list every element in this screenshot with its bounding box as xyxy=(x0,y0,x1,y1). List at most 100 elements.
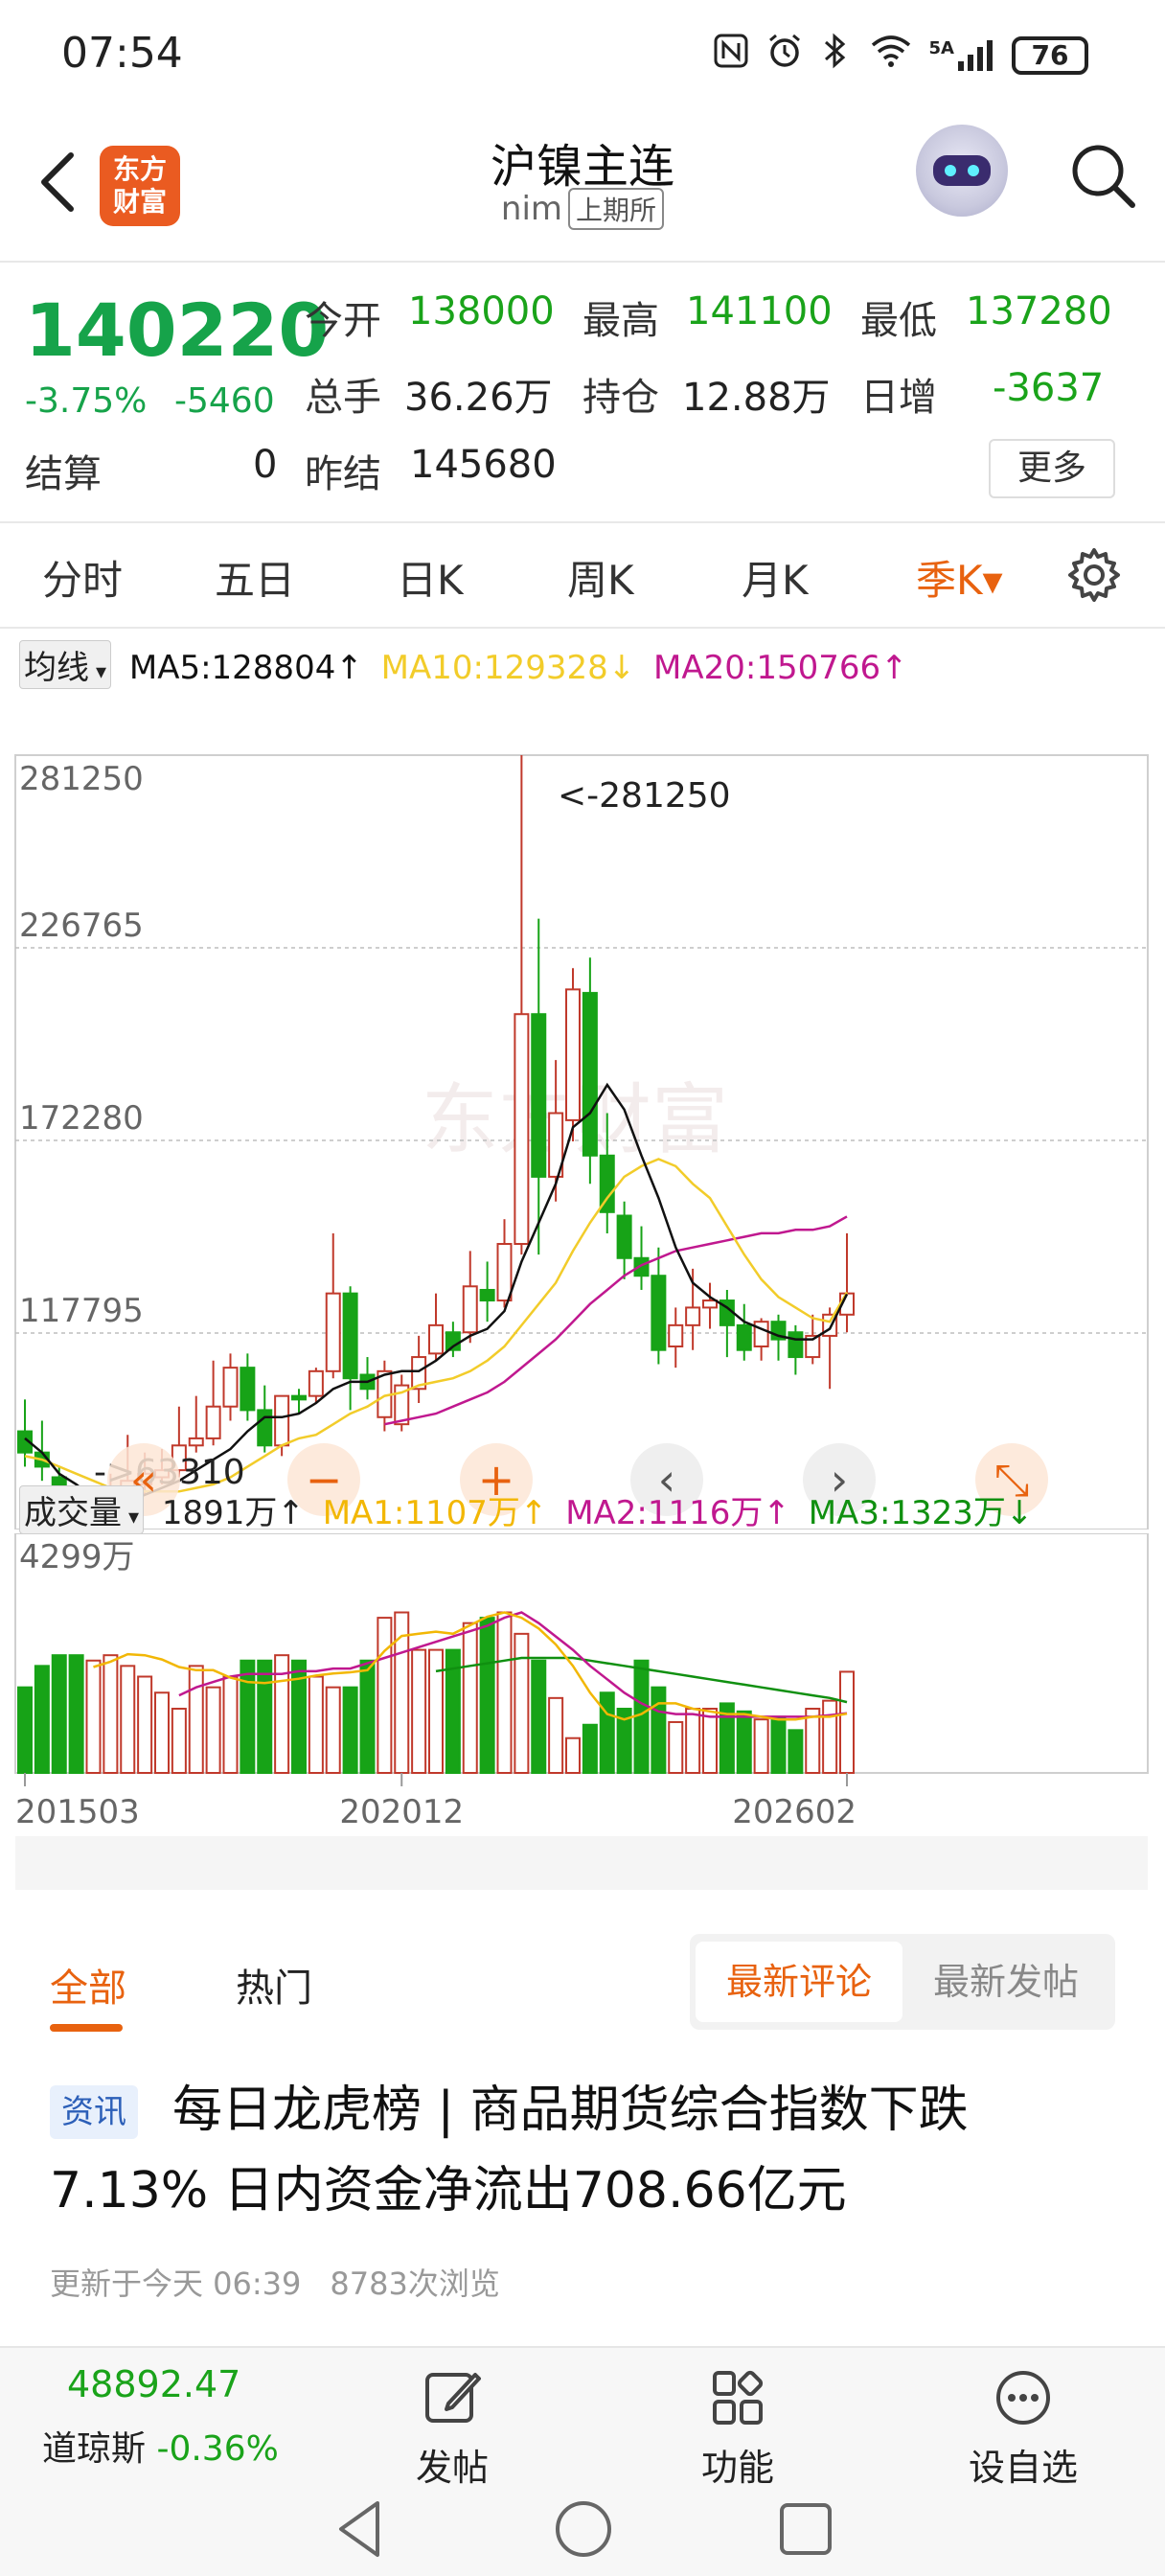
daily-increase-label: 日增 xyxy=(860,376,937,420)
news-article[interactable]: 每日龙虎榜 | 商品期货综合指数下跌7.13% 日内资金净流出708.66亿元 … xyxy=(0,2070,1165,2338)
quote-divider xyxy=(0,521,1165,523)
volume-bar xyxy=(34,1665,50,1774)
candle-body xyxy=(685,1306,701,1326)
ai-assistant-avatar[interactable] xyxy=(916,125,1008,217)
candle-body xyxy=(496,1243,513,1302)
ma-selector[interactable]: 均线 ▾ xyxy=(19,640,112,689)
more-circle-icon xyxy=(996,2371,1050,2425)
robot-icon xyxy=(933,155,991,186)
candle-body xyxy=(582,992,598,1157)
x-axis-label: 202012 xyxy=(339,1793,464,1831)
candle-body xyxy=(531,1013,547,1178)
volume-bar xyxy=(668,1720,684,1775)
sort-latest-post[interactable]: 最新发帖 xyxy=(902,1942,1109,2022)
tab-daily-k[interactable]: 日K xyxy=(397,548,464,607)
exchange-tag: 上期所 xyxy=(568,188,665,230)
candle-body xyxy=(668,1323,684,1348)
tab-quarterly-k[interactable]: 季K▾ xyxy=(916,548,1003,607)
tab-all[interactable]: 全部 xyxy=(50,1957,126,2012)
price-tick-label: 172280 xyxy=(19,1099,144,1138)
volume-bar xyxy=(582,1723,598,1774)
volume-bar xyxy=(736,1710,752,1774)
vma1-legend: MA1:1107万↑ xyxy=(322,1494,548,1532)
app-screen: 07:54 5A 76 东方 财富 沪镍主连 nim 上期所 140220 -3… xyxy=(0,0,1165,2576)
article-title[interactable]: 每日龙虎榜 | 商品期货综合指数下跌7.13% 日内资金净流出708.66亿元 xyxy=(50,2070,1123,2231)
candle-body xyxy=(651,1275,667,1351)
tab-five-day[interactable]: 五日 xyxy=(215,548,295,607)
volume-bar xyxy=(702,1708,718,1774)
prev-settle-value: 145680 xyxy=(410,443,557,487)
volume-bar xyxy=(788,1729,804,1775)
sort-latest-comment[interactable]: 最新评论 xyxy=(696,1942,902,2022)
candle-body xyxy=(736,1323,752,1351)
candle-body xyxy=(205,1405,221,1439)
chart-area: 均线 ▾ MA5:128804↑ MA10:129328↓ MA20:15076… xyxy=(0,632,1165,1917)
candle-body xyxy=(565,988,581,1121)
tab-monthly-k[interactable]: 月K xyxy=(742,548,809,607)
post-button[interactable]: 发帖 xyxy=(376,2367,529,2491)
add-watchlist-button[interactable]: 设自选 xyxy=(947,2367,1100,2491)
candle-body xyxy=(428,1323,444,1355)
candlestick-chart[interactable]: 东方财富28125022676517228011779563310<-28125… xyxy=(0,686,1165,1530)
candle-body xyxy=(616,1214,632,1259)
open-label: 今开 xyxy=(305,299,381,343)
header: 东方 财富 沪镍主连 nim 上期所 xyxy=(0,115,1165,259)
x-axis-label: 202602 xyxy=(732,1793,857,1831)
volume-bar xyxy=(479,1617,495,1774)
volume-chart[interactable]: 4299万 201503 202012 202602 xyxy=(0,1533,1165,1907)
candle-body xyxy=(753,1321,769,1348)
candle-body xyxy=(514,1013,530,1246)
open-interest-label: 持仓 xyxy=(582,376,659,420)
candle-body xyxy=(188,1437,204,1447)
wifi-icon xyxy=(870,34,912,77)
volume-bar xyxy=(51,1654,67,1774)
search-button[interactable] xyxy=(1065,138,1142,215)
ma20-legend: MA20:150766↑ xyxy=(653,649,908,687)
news-tabs: 全部 热门 最新评论 最新发帖 xyxy=(0,1917,1165,2041)
battery-indicator: 76 xyxy=(1012,35,1088,75)
volume-bar xyxy=(411,1648,427,1774)
index-change: -0.36% xyxy=(156,2429,279,2469)
bottom-bar: 48892.47 道琼斯 -0.36% 发帖 功能 设自选 xyxy=(0,2346,1165,2576)
index-value: 48892.47 xyxy=(67,2363,241,2405)
nav-back-icon[interactable] xyxy=(326,2496,393,2563)
vma2-legend: MA2:1116万↑ xyxy=(565,1494,790,1532)
price-tick-label: 117795 xyxy=(19,1292,144,1330)
bluetooth-icon xyxy=(820,33,853,78)
tab-intraday[interactable]: 分时 xyxy=(42,548,123,607)
article-meta: 更新于今天 06:39 8783次浏览 xyxy=(50,2260,500,2304)
volume-bar xyxy=(154,1691,170,1774)
volume-bar xyxy=(428,1648,444,1774)
tab-hot[interactable]: 热门 xyxy=(236,1957,312,2012)
volume-bar xyxy=(257,1659,273,1774)
network-type: 5A xyxy=(928,37,954,58)
nav-home-icon[interactable] xyxy=(550,2496,617,2563)
functions-button[interactable]: 功能 xyxy=(661,2367,814,2491)
tabs-divider xyxy=(0,627,1165,629)
volume-bar xyxy=(496,1611,513,1774)
status-icons: 5A 76 xyxy=(713,33,1088,78)
tab-weekly-k[interactable]: 周K xyxy=(567,548,634,607)
ma-selector-label: 均线 xyxy=(24,649,89,687)
sort-toggle: 最新评论 最新发帖 xyxy=(690,1934,1115,2030)
volume-label: 总手 xyxy=(305,376,381,420)
price-legend: 均线 ▾ MA5:128804↑ MA10:129328↓ MA20:15076… xyxy=(19,640,908,689)
more-button[interactable]: 更多 xyxy=(989,439,1115,498)
volume-bar xyxy=(308,1675,324,1775)
volume-bar xyxy=(188,1665,204,1774)
volume-bar xyxy=(565,1736,581,1775)
volume-selector[interactable]: 成交量 ▾ xyxy=(19,1485,145,1534)
candle-body xyxy=(291,1394,307,1401)
volume-bar xyxy=(68,1654,84,1774)
candle-body xyxy=(702,1300,718,1309)
candle-body xyxy=(325,1292,341,1372)
candle-body xyxy=(342,1292,358,1380)
high-value: 141100 xyxy=(686,289,833,334)
candle-body xyxy=(222,1367,239,1408)
nav-recents-icon[interactable] xyxy=(772,2496,839,2563)
chart-settings-button[interactable] xyxy=(1065,546,1123,604)
status-time: 07:54 xyxy=(61,29,183,78)
edit-icon xyxy=(425,2373,481,2423)
ma10-legend: MA10:129328↓ xyxy=(380,649,636,687)
candle-body xyxy=(308,1369,324,1397)
